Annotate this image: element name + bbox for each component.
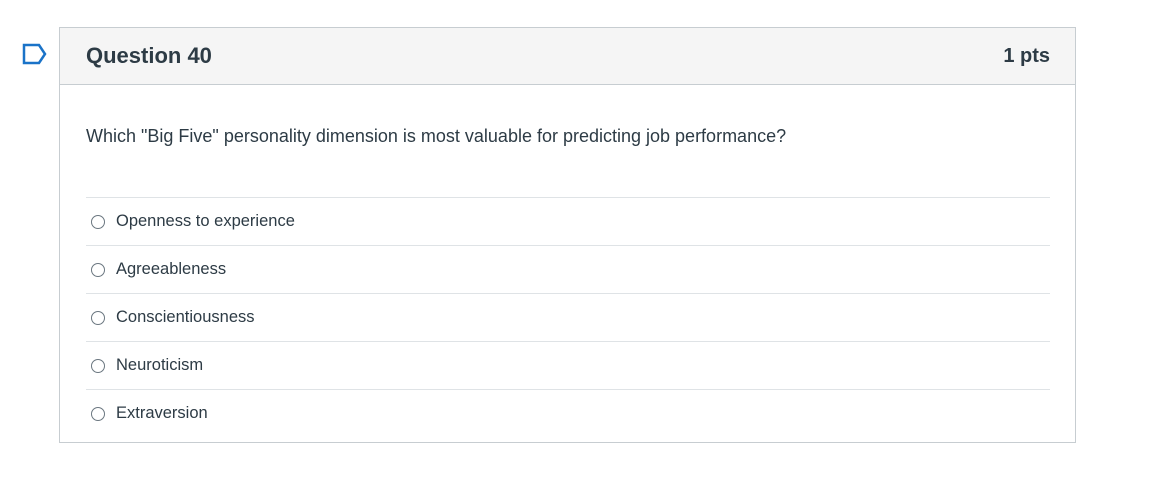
answer-label[interactable]: Agreeableness (116, 260, 226, 279)
radio-button-icon[interactable] (91, 262, 105, 277)
radio-button-icon[interactable] (91, 406, 105, 421)
answer-label[interactable]: Conscientiousness (116, 308, 255, 327)
radio-button-icon[interactable] (91, 310, 105, 325)
question-text: Which "Big Five" personality dimension i… (86, 126, 787, 146)
answer-option[interactable]: Neuroticism (86, 342, 1050, 390)
answer-label[interactable]: Extraversion (116, 404, 208, 423)
radio-button-icon[interactable] (91, 358, 105, 373)
question-title: Question 40 (86, 43, 212, 68)
answer-label[interactable]: Openness to experience (116, 212, 295, 231)
flag-question-icon[interactable] (22, 43, 48, 65)
answer-option[interactable]: Conscientiousness (86, 294, 1050, 342)
question-header: Question 40 1 pts (60, 28, 1075, 85)
question-card: Question 40 1 pts Which "Big Five" perso… (59, 27, 1076, 443)
radio-button-icon[interactable] (91, 214, 105, 229)
answer-option[interactable]: Agreeableness (86, 246, 1050, 294)
question-body: Which "Big Five" personality dimension i… (60, 85, 1075, 437)
answer-option[interactable]: Openness to experience (86, 198, 1050, 246)
answer-list: Openness to experience Agreeableness Con… (86, 197, 1050, 437)
answer-option[interactable]: Extraversion (86, 390, 1050, 437)
answer-label[interactable]: Neuroticism (116, 356, 203, 375)
question-points: 1 pts (1003, 44, 1050, 67)
